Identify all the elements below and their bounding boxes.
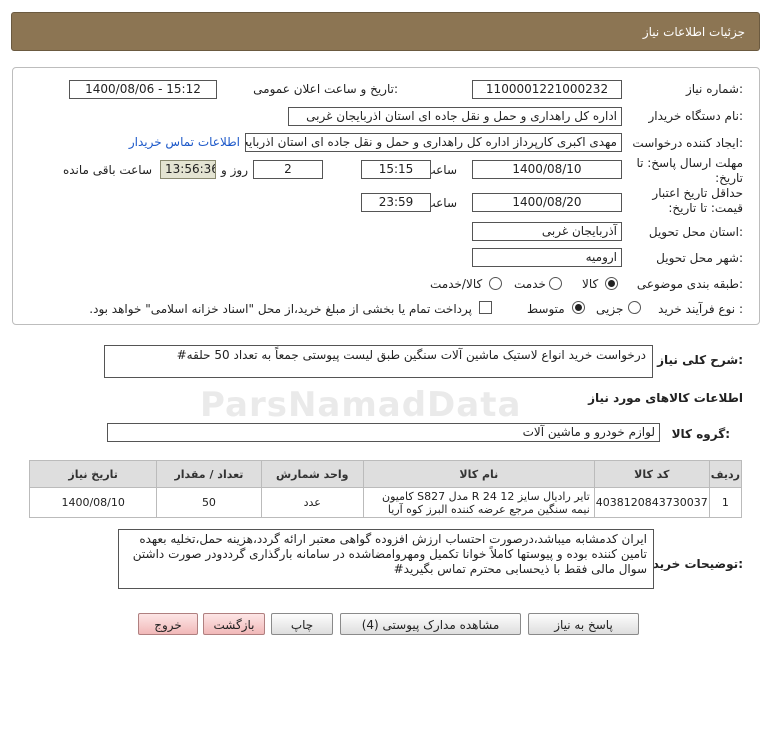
row-index: 1	[708, 487, 743, 518]
print-button[interactable]: چاپ	[271, 613, 333, 635]
page-title: جزئیات اطلاعات نیاز	[642, 25, 745, 39]
table-row[interactable]: 1 4038120843730037 تایر رادیال سایز R 24…	[28, 487, 743, 518]
col-code-header: کد کالا	[593, 460, 710, 488]
deadline-label: مهلت ارسال پاسخ: تا تاریخ:	[636, 156, 743, 185]
col-index-header: ردیف	[708, 460, 743, 488]
days-label: روز و	[221, 163, 248, 177]
province-label: استان محل تحویل:	[648, 225, 743, 239]
exit-button[interactable]: خروج	[138, 613, 198, 635]
buyer-label: نام دستگاه خریدار:	[648, 109, 744, 123]
back-button[interactable]: بازگشت	[203, 613, 265, 635]
deadline-time-field[interactable]: 15:15	[361, 160, 431, 179]
validity-time-field[interactable]: 23:59	[361, 193, 431, 212]
category-service-radio[interactable]	[549, 277, 562, 290]
validity-date-field[interactable]: 1400/08/20	[472, 193, 622, 212]
col-name-header: نام کالا	[362, 460, 595, 488]
row-name: تایر رادیال سایز R 24 12 مدل S827 کامیون…	[362, 487, 595, 518]
requester-label: ایجاد کننده درخواست:	[632, 136, 743, 150]
remaining-label: ساعت باقی مانده	[62, 163, 152, 177]
summary-field[interactable]: درخواست خرید انواع لاستیک ماشین آلات سنگ…	[104, 345, 653, 378]
process-minor-radio[interactable]	[628, 301, 641, 314]
deadline-date-field[interactable]: 1400/08/10	[472, 160, 622, 179]
contact-buyer-link[interactable]: اطلاعات تماس خریدار	[129, 135, 240, 149]
col-date-header: تاریخ نیاز	[28, 460, 158, 488]
process-minor-label: جزیی	[596, 302, 624, 316]
row-unit: عدد	[260, 487, 364, 518]
table-header-row: ردیف کد کالا نام کالا واحد شمارش تعداد /…	[28, 460, 743, 488]
category-goods-radio[interactable]	[605, 277, 618, 290]
category-service-label: خدمت	[514, 277, 546, 291]
process-medium-label: متوسط	[527, 302, 565, 316]
need-number-field[interactable]: 1100001221000232	[472, 80, 622, 99]
category-both-radio[interactable]	[489, 277, 502, 290]
requester-field[interactable]: مهدی اکبری کارپرداز اداره کل راهداری و ح…	[245, 133, 622, 152]
announce-label: تاریخ و ساعت اعلان عمومی:	[253, 82, 398, 96]
row-code: 4038120843730037	[593, 487, 710, 518]
days-field[interactable]: 2	[253, 160, 323, 179]
summary-label: شرح کلی نیاز:	[657, 353, 743, 367]
goods-info-title: اطلاعات کالاهای مورد نیاز	[588, 391, 743, 405]
announce-field[interactable]: 1400/08/06 - 15:12	[69, 80, 217, 99]
city-label: شهر محل تحویل:	[656, 251, 743, 265]
reply-to-need-button[interactable]: پاسخ به نیاز	[528, 613, 639, 635]
treasury-payment-note: پرداخت تمام یا بخشی از مبلغ خرید،از محل …	[89, 302, 472, 316]
view-attachments-button[interactable]: مشاهده مدارک پیوستی (4)	[340, 613, 521, 635]
col-qty-header: تعداد / مقدار	[156, 460, 262, 488]
validity-label: حداقل تاریخ اعتبار قیمت: تا تاریخ:	[652, 186, 743, 215]
buyer-field[interactable]: اداره کل راهداری و حمل و نقل جاده ای است…	[288, 107, 622, 126]
watermark: ParsNamadData	[200, 385, 522, 425]
category-goods-label: کالا	[582, 277, 599, 291]
province-field[interactable]: آذربایجان غربی	[472, 222, 622, 241]
buyer-notes-label: توضیحات خریدار:	[641, 557, 743, 571]
col-unit-header: واحد شمارش	[260, 460, 364, 488]
need-number-label: شماره نیاز:	[685, 82, 743, 96]
remaining-time-field: 13:56:36	[160, 160, 216, 179]
row-qty: 50	[156, 487, 262, 518]
goods-group-label: گروه کالا:	[671, 427, 730, 441]
page-header: جزئیات اطلاعات نیاز	[11, 12, 760, 51]
category-label: طبقه بندی موضوعی:	[636, 277, 743, 291]
city-field[interactable]: ارومیه	[472, 248, 622, 267]
process-label: نوع فرآیند خرید :	[658, 302, 743, 316]
goods-table: ردیف کد کالا نام کالا واحد شمارش تعداد /…	[28, 460, 743, 518]
row-date: 1400/08/10	[28, 487, 158, 518]
buyer-notes-field[interactable]: ایران کدمشابه میباشد،درصورت احتساب ارزش …	[118, 529, 654, 589]
goods-group-field[interactable]: لوازم خودرو و ماشین آلات	[107, 423, 660, 442]
treasury-payment-checkbox[interactable]	[479, 301, 492, 314]
process-medium-radio[interactable]	[572, 301, 585, 314]
category-both-label: کالا/خدمت	[430, 277, 483, 291]
